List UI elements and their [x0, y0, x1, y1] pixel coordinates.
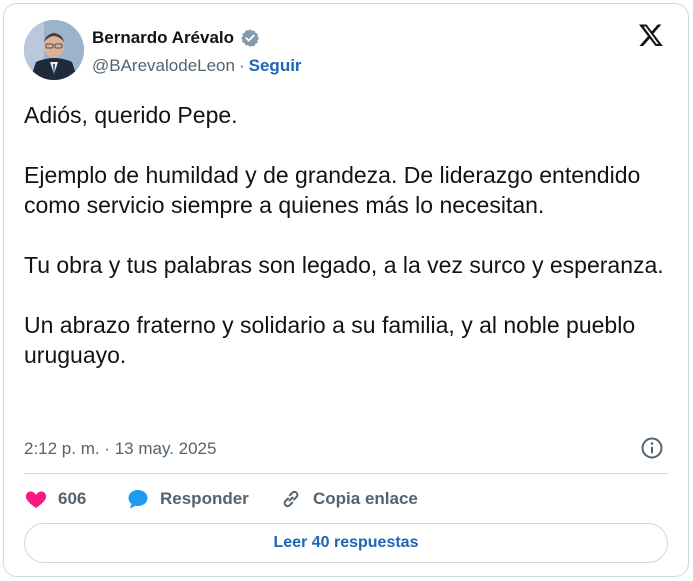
tweet-paragraph: Tu obra y tus palabras son legado, a la … [24, 252, 664, 278]
like-button[interactable]: 606 [24, 487, 86, 511]
tweet-paragraph: Un abrazo fraterno y solidario a su fami… [24, 312, 636, 368]
tweet-timestamp[interactable]: 2:12 p. m. · 13 may. 2025 [24, 439, 216, 459]
author-name-row: Bernardo Arévalo [92, 28, 260, 48]
read-replies-button[interactable]: Leer 40 respuestas [24, 523, 668, 563]
likes-count: 606 [58, 489, 87, 508]
copy-link-label: Copia enlace [313, 489, 418, 508]
tweet-paragraph: Adiós, querido Pepe. [24, 102, 238, 128]
reply-label: Responder [160, 489, 249, 508]
author-handle[interactable]: @BArevalodeLeon [92, 56, 235, 76]
avatar-image [24, 20, 84, 80]
tweet-card: Bernardo Arévalo @BArevalodeLeon · Segui… [3, 3, 689, 577]
handle-separator: · [238, 56, 245, 75]
tweet-text: Adiós, querido Pepe. Ejemplo de humildad… [24, 100, 674, 400]
heart-icon [25, 491, 47, 508]
avatar[interactable] [24, 20, 84, 80]
link-icon [283, 490, 299, 508]
reply-button[interactable]: Responder [126, 487, 249, 511]
author-handle-row: @BArevalodeLeon · Seguir [92, 56, 302, 76]
tweet-paragraph: Ejemplo de humildad y de grandeza. De li… [24, 162, 641, 218]
divider [24, 473, 668, 474]
follow-button[interactable]: Seguir [249, 56, 302, 76]
copy-link-button[interactable]: Copia enlace [279, 487, 418, 511]
verified-badge-icon [241, 29, 260, 47]
reply-bubble-icon [128, 490, 148, 509]
x-logo-icon[interactable] [638, 22, 664, 48]
author-name[interactable]: Bernardo Arévalo [92, 28, 234, 48]
info-icon[interactable] [640, 436, 664, 460]
